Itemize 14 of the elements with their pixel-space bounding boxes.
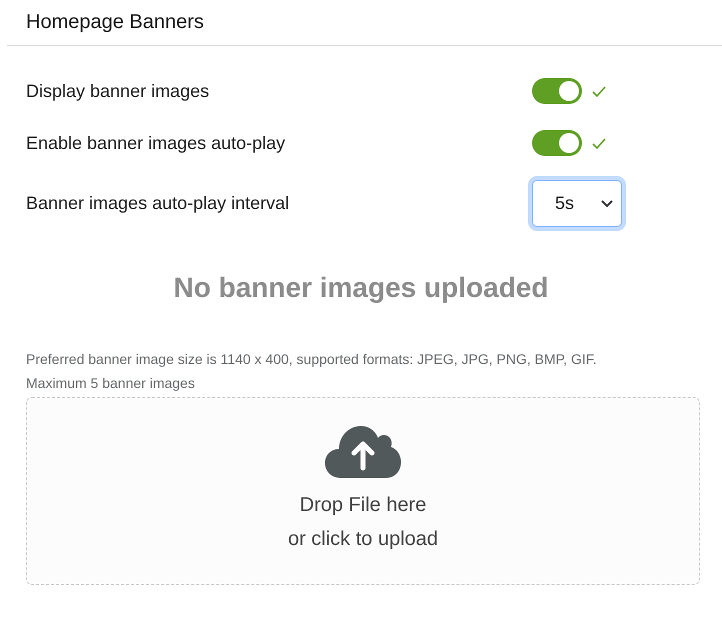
- toggle-switch[interactable]: [532, 130, 582, 156]
- help-text: Preferred banner image size is 1140 x 400, supported formats: JPEG, JPG, PNG, BMP, GIF.: [26, 350, 598, 369]
- setting-label: Enable banner images auto-play: [26, 132, 286, 155]
- help-text: Maximum 5 banner images: [26, 374, 196, 393]
- dropzone-text: Drop File here: [300, 493, 426, 518]
- cloud-upload-icon: [325, 426, 401, 478]
- section-title: Homepage Banners: [26, 10, 205, 35]
- dropzone-text: or click to upload: [288, 527, 438, 552]
- empty-message: No banner images uploaded: [172, 271, 550, 305]
- chevron-down-icon: [601, 200, 613, 208]
- setting-label: Banner images auto-play interval: [26, 192, 290, 215]
- upload-dropzone[interactable]: Drop File here or click to upload: [26, 397, 700, 585]
- toggle-switch[interactable]: [532, 78, 582, 104]
- setting-label: Display banner images: [26, 80, 210, 103]
